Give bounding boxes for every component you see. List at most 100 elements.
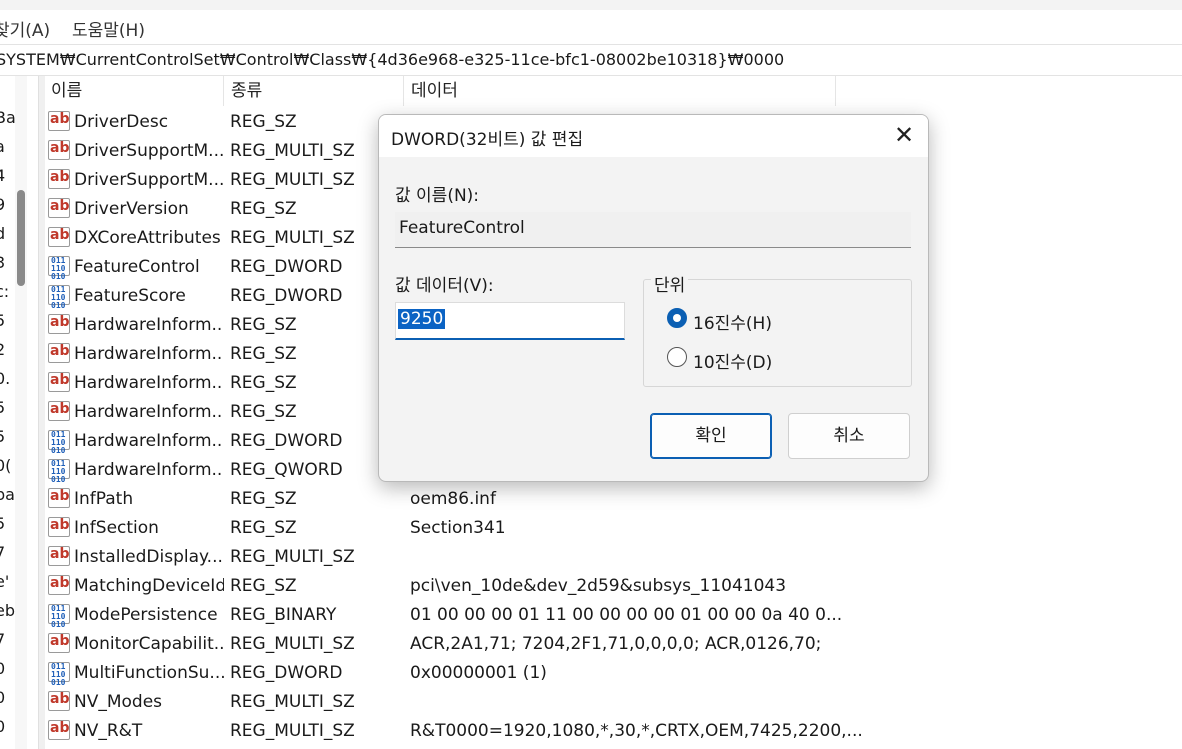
ok-button[interactable]: 확인	[650, 413, 772, 459]
string-value-icon: ab	[48, 720, 70, 740]
string-value-icon: ab	[48, 343, 70, 363]
radio-hexadecimal[interactable]	[667, 308, 687, 328]
address-bar[interactable]: SYSTEM₩CurrentControlSet₩Control₩Class₩{…	[0, 44, 1182, 76]
value-type: REG_MULTI_SZ	[230, 692, 355, 712]
tree-item[interactable]: 0	[0, 659, 5, 678]
tree-item[interactable]: 7	[0, 630, 5, 649]
table-row[interactable]: ab NV_Modes REG_MULTI_SZ	[44, 688, 1182, 717]
tree-item[interactable]: eb	[0, 601, 15, 620]
value-type: REG_SZ	[230, 489, 297, 509]
value-name: InstalledDisplay...	[74, 547, 223, 567]
tree-item[interactable]: 5	[0, 427, 5, 446]
table-row[interactable]: ab InfSection REG_SZ Section341	[44, 514, 1182, 543]
tree-scroll-thumb[interactable]	[17, 190, 25, 286]
address-path[interactable]: SYSTEM₩CurrentControlSet₩Control₩Class₩{…	[0, 50, 784, 69]
value-name: DriverSupportM...	[74, 170, 224, 190]
tree-item[interactable]: c:	[0, 282, 9, 301]
value-name: MultiFunctionSu...	[74, 663, 224, 683]
value-data-input[interactable]: 9250	[395, 302, 625, 340]
table-row[interactable]: 011 110 010 MultiFunctionSu... REG_DWORD 0x00…	[44, 659, 1182, 688]
tree-item[interactable]: 5	[0, 398, 5, 417]
column-header-name[interactable]: 이름	[44, 76, 224, 106]
tree-item[interactable]: 0	[0, 688, 5, 707]
value-name: DriverVersion	[74, 199, 189, 219]
value-type: REG_BINARY	[230, 605, 337, 625]
value-name: DriverSupportM...	[74, 141, 224, 161]
menu-find[interactable]: 찾기(A)	[0, 16, 50, 41]
value-type: REG_SZ	[230, 199, 297, 219]
tree-item[interactable]: 4	[0, 166, 5, 185]
table-row[interactable]: ab MonitorCapabilit... REG_MULTI_SZ ACR,2A1…	[44, 630, 1182, 659]
tree-item[interactable]: 0.	[0, 369, 10, 388]
tree-item[interactable]: 5	[0, 311, 5, 330]
value-data: oem86.inf	[410, 489, 496, 509]
table-row[interactable]: 011 110 010 ModePersistence REG_BINARY 01 00 …	[44, 601, 1182, 630]
tree-item[interactable]: d	[0, 224, 5, 243]
tree-item[interactable]: e'	[0, 572, 9, 591]
tree-item[interactable]: 0	[0, 717, 5, 736]
table-row[interactable]: ab NV_R&T REG_MULTI_SZ R&T0000=1920,1080,*,…	[44, 717, 1182, 746]
tree-item[interactable]: 0(	[0, 456, 11, 475]
tree-item[interactable]: 5	[0, 514, 5, 533]
value-name: HardwareInform...	[74, 402, 224, 422]
value-name: HardwareInform...	[74, 431, 224, 451]
value-type: REG_MULTI_SZ	[230, 634, 355, 654]
value-name-label: 값 이름(N):	[395, 186, 480, 206]
tree-scrollbar[interactable]	[15, 76, 27, 749]
value-type: REG_DWORD	[230, 257, 343, 277]
dialog-title: DWORD(32비트) 값 편집	[391, 130, 584, 150]
radio-hexadecimal-label[interactable]: 16진수(H)	[693, 309, 772, 334]
tree-item[interactable]: a	[0, 137, 5, 156]
string-value-icon: ab	[48, 575, 70, 595]
value-name: DXCoreAttributes	[74, 228, 221, 248]
value-name: MatchingDeviceId	[74, 576, 224, 596]
value-type: REG_MULTI_SZ	[230, 547, 355, 567]
tree-item[interactable]: 3	[0, 253, 5, 272]
binary-value-icon: 011 110 010	[48, 285, 70, 310]
value-name-field: FeatureControl	[395, 212, 911, 248]
table-row[interactable]: ab MatchingDeviceId REG_SZ pci\ven_10de&dev…	[44, 572, 1182, 601]
tree-item[interactable]: Ba	[0, 108, 16, 127]
value-type: REG_MULTI_SZ	[230, 228, 355, 248]
value-type: REG_MULTI_SZ	[230, 721, 355, 741]
string-value-icon: ab	[48, 111, 70, 131]
value-name: HardwareInform...	[74, 344, 224, 364]
value-name: FeatureScore	[74, 286, 186, 306]
table-row[interactable]: ab InfPath REG_SZ oem86.inf	[44, 485, 1182, 514]
tree-item[interactable]: 9	[0, 195, 5, 214]
binary-value-icon: 011 110 010	[48, 256, 70, 281]
string-value-icon: ab	[48, 372, 70, 392]
list-header: 이름 종류 데이터	[44, 76, 836, 106]
column-header-data[interactable]: 데이터	[404, 76, 836, 106]
window-top-strip	[0, 0, 1182, 10]
radio-decimal-label[interactable]: 10진수(D)	[693, 348, 772, 373]
value-type: REG_SZ	[230, 402, 297, 422]
table-row[interactable]: ab InstalledDisplay... REG_MULTI_SZ	[44, 543, 1182, 572]
value-name: DriverDesc	[74, 112, 169, 132]
value-type: REG_DWORD	[230, 286, 343, 306]
edit-dword-dialog: DWORD(32비트) 값 편집 ✕ 값 이름(N): FeatureContr…	[378, 114, 929, 482]
menu-help[interactable]: 도움말(H)	[72, 16, 145, 41]
value-type: REG_QWORD	[230, 460, 343, 480]
cancel-button[interactable]: 취소	[788, 413, 910, 459]
value-type: REG_SZ	[230, 576, 297, 596]
string-value-icon: ab	[48, 691, 70, 711]
binary-value-icon: 011 110 010	[48, 662, 70, 687]
tree-item[interactable]: 7	[0, 543, 5, 562]
string-value-icon: ab	[48, 314, 70, 334]
value-name: NV_Modes	[74, 692, 163, 712]
value-data: pci\ven_10de&dev_2d59&subsys_11041043	[410, 576, 787, 596]
value-type: REG_DWORD	[230, 431, 343, 451]
tree-item[interactable]: ba	[0, 485, 15, 504]
value-data: 0x00000001 (1)	[410, 663, 547, 683]
value-type: REG_SZ	[230, 373, 297, 393]
value-name: MonitorCapabilit...	[74, 634, 224, 654]
value-data-text[interactable]: 9250	[398, 309, 446, 329]
unit-group-label: 단위	[651, 271, 689, 296]
column-header-type[interactable]: 종류	[224, 76, 404, 106]
value-type: REG_DWORD	[230, 663, 343, 683]
binary-value-icon: 011 110 010	[48, 459, 70, 484]
close-icon[interactable]: ✕	[880, 115, 928, 157]
tree-item[interactable]: 2	[0, 340, 5, 359]
radio-decimal[interactable]	[667, 347, 687, 367]
